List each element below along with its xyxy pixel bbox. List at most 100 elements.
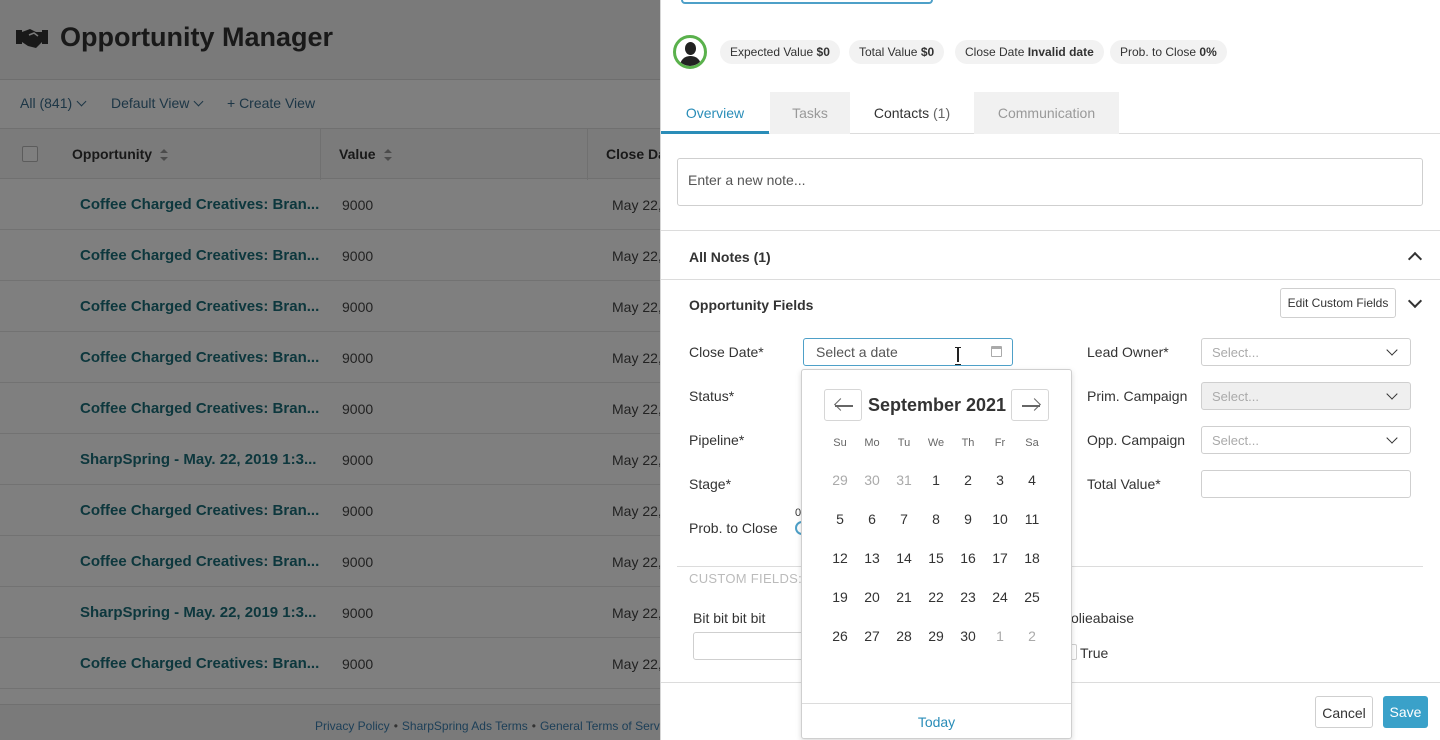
stat-label: Total Value — [859, 45, 918, 59]
calendar-day[interactable]: 2 — [953, 472, 983, 488]
tab-label: Tasks — [792, 105, 828, 121]
calendar-day[interactable]: 16 — [953, 550, 983, 566]
calendar-day[interactable]: 10 — [985, 511, 1015, 527]
close-date-placeholder: Select a date — [816, 344, 898, 360]
weekday-header: We — [927, 437, 945, 449]
stat-value: $0 — [816, 45, 830, 59]
calendar-day-outside-month[interactable]: 29 — [825, 472, 855, 488]
tab-communication[interactable]: Communication — [974, 92, 1119, 134]
bouillabaise-field-label: olieabaise — [1071, 610, 1135, 626]
all-notes-section[interactable]: All Notes (1) — [661, 230, 1440, 279]
tab-label: Contacts — [873, 105, 930, 121]
calendar-day[interactable]: 8 — [921, 511, 951, 527]
lead-owner-select[interactable]: Select... — [1201, 338, 1411, 366]
tab-count: (1) — [933, 105, 951, 121]
stat-expected-value: Expected Value $0 — [720, 40, 840, 64]
calendar-day-outside-month[interactable]: 1 — [985, 628, 1015, 644]
select-placeholder: Select... — [1212, 389, 1259, 404]
prim-campaign-label: Prim. Campaign — [1087, 388, 1188, 404]
calendar-day[interactable]: 7 — [889, 511, 919, 527]
prev-month-button[interactable] — [824, 389, 862, 421]
datepicker-popup: September 2021 Su Mo Tu We Th Fr Sa 29 30 31 1 2 3 4 5… — [801, 369, 1072, 739]
calendar-day[interactable]: 28 — [889, 628, 919, 644]
next-month-button[interactable] — [1011, 389, 1049, 421]
calendar-day[interactable]: 6 — [857, 511, 887, 527]
calendar-day[interactable]: 26 — [825, 628, 855, 644]
chevron-down-icon — [1386, 344, 1398, 356]
avatar-body — [680, 56, 701, 66]
bit-field-label: Bit bit bit bit — [693, 610, 766, 626]
calendar-day[interactable]: 23 — [953, 589, 983, 605]
tab-label: Overview — [685, 105, 745, 121]
owner-avatar — [673, 35, 707, 69]
edit-custom-fields-button[interactable]: Edit Custom Fields — [1280, 288, 1396, 318]
save-button[interactable]: Save — [1383, 696, 1428, 728]
weekday-header: Sa — [1025, 437, 1039, 449]
calendar-day[interactable]: 4 — [1017, 472, 1047, 488]
calendar-icon[interactable] — [991, 346, 1002, 357]
chevron-down-icon — [1386, 388, 1398, 400]
opportunity-fields-title: Opportunity Fields — [689, 297, 814, 313]
stat-prob-to-close: Prob. to Close 0% — [1110, 40, 1227, 64]
calendar-day[interactable]: 5 — [825, 511, 855, 527]
total-value-input[interactable] — [1201, 470, 1411, 498]
stat-label: Close Date — [965, 45, 1025, 59]
weekday-header: Th — [961, 437, 975, 449]
bit-field-input[interactable] — [693, 632, 813, 660]
calendar-day[interactable]: 15 — [921, 550, 951, 566]
calendar-day-outside-month[interactable]: 2 — [1017, 628, 1047, 644]
today-button[interactable]: Today — [802, 703, 1071, 739]
calendar-day[interactable]: 25 — [1017, 589, 1047, 605]
calendar-day[interactable]: 18 — [1017, 550, 1047, 566]
weekday-header: Tu — [897, 437, 911, 449]
calendar-day-outside-month[interactable]: 30 — [857, 472, 887, 488]
stage-label: Stage* — [689, 476, 732, 492]
opp-campaign-label: Opp. Campaign — [1087, 432, 1186, 448]
arrow-left-head — [834, 398, 847, 411]
calendar-day[interactable]: 22 — [921, 589, 951, 605]
calendar-day[interactable]: 14 — [889, 550, 919, 566]
opportunity-name-field[interactable] — [681, 0, 933, 4]
opp-campaign-select[interactable]: Select... — [1201, 426, 1411, 454]
tab-contacts[interactable]: Contacts (1) — [851, 92, 973, 134]
weekday-header: Su — [833, 437, 847, 449]
select-placeholder: Select... — [1212, 345, 1259, 360]
chevron-down-icon — [1386, 432, 1398, 444]
stat-close-date: Close Date Invalid date — [955, 40, 1104, 64]
stat-value: 0% — [1199, 45, 1217, 59]
prim-campaign-select[interactable]: Select... — [1201, 382, 1411, 410]
status-label: Status* — [689, 388, 735, 404]
calendar-day[interactable]: 1 — [921, 472, 951, 488]
calendar-day-outside-month[interactable]: 31 — [889, 472, 919, 488]
calendar-day[interactable]: 19 — [825, 589, 855, 605]
stat-label: Expected Value — [730, 45, 814, 59]
drawer-tabs: Overview Tasks Contacts (1) Communicatio… — [661, 92, 1440, 134]
close-date-input[interactable]: Select a date — [803, 338, 1013, 366]
text-cursor-icon — [955, 347, 961, 365]
calendar-day[interactable]: 12 — [825, 550, 855, 566]
calendar-day[interactable]: 11 — [1017, 511, 1047, 527]
pipeline-label: Pipeline* — [689, 432, 745, 448]
tab-overview[interactable]: Overview — [661, 92, 769, 134]
chevron-up-icon[interactable] — [1407, 251, 1423, 267]
new-note-input[interactable]: Enter a new note... — [677, 158, 1423, 206]
stat-total-value: Total Value $0 — [849, 40, 945, 64]
weekday-header: Fr — [994, 437, 1006, 449]
arrow-right-head — [1028, 398, 1041, 411]
calendar-day[interactable]: 20 — [857, 589, 887, 605]
total-value-label: Total Value* — [1087, 476, 1161, 492]
calendar-day[interactable]: 9 — [953, 511, 983, 527]
calendar-day[interactable]: 27 — [857, 628, 887, 644]
calendar-day[interactable]: 17 — [985, 550, 1015, 566]
calendar-day[interactable]: 24 — [985, 589, 1015, 605]
calendar-day[interactable]: 29 — [921, 628, 951, 644]
chevron-down-icon[interactable] — [1407, 293, 1423, 309]
calendar-day[interactable]: 13 — [857, 550, 887, 566]
calendar-day[interactable]: 21 — [889, 589, 919, 605]
cancel-button[interactable]: Cancel — [1315, 696, 1373, 728]
tab-tasks[interactable]: Tasks — [770, 92, 850, 134]
all-notes-title: All Notes (1) — [689, 249, 771, 265]
calendar-day[interactable]: 3 — [985, 472, 1015, 488]
month-title: September 2021 — [867, 395, 1007, 415]
calendar-day[interactable]: 30 — [953, 628, 983, 644]
